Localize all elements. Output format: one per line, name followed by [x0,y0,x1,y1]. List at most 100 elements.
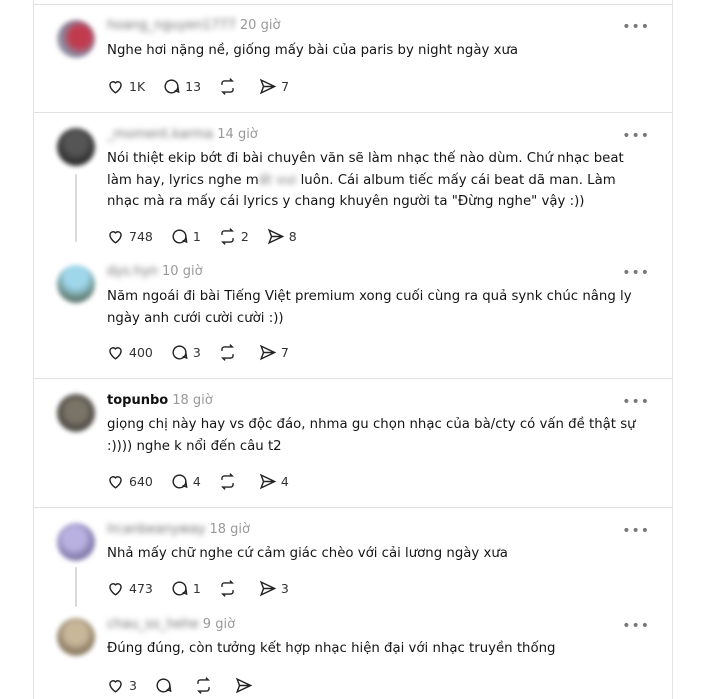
like-button[interactable]: 473 [106,579,153,598]
share-button[interactable]: 7 [258,343,289,362]
share-count: 8 [288,228,297,244]
comment-icon [164,78,180,94]
username[interactable]: chau_so_hehe [107,617,199,632]
timestamp: 18 giờ [209,522,250,537]
divider [34,4,672,5]
more-icon[interactable]: ••• [622,394,650,410]
like-button[interactable]: 1K [106,77,145,96]
repost-button[interactable] [218,579,241,598]
like-count: 748 [129,228,153,244]
like-count: 3 [129,677,137,693]
more-icon[interactable]: ••• [622,618,650,634]
thread-line [75,567,77,607]
reply-count: 4 [192,473,201,489]
avatar[interactable] [57,20,95,58]
comment-text: Nhả mấy chữ nghe cứ cảm giác chèo với cả… [107,546,508,561]
heart-icon [109,475,122,489]
timestamp: 14 giờ [217,127,258,142]
share-icon [267,228,285,244]
comment-feed: hoang_nguyen1777 20 giờ ••• Nghe hơi nặng… [33,0,673,699]
username[interactable]: _moment.karma [107,127,213,142]
share-button[interactable]: 4 [258,472,289,491]
share-icon [259,580,277,596]
like-count: 473 [129,580,153,596]
more-icon[interactable]: ••• [622,128,650,144]
share-count: 4 [280,473,289,489]
like-button[interactable]: 640 [106,472,153,491]
reply-button[interactable]: 3 [170,343,201,362]
more-icon[interactable]: ••• [622,19,650,35]
comment-icon [172,473,188,489]
share-count: 3 [280,580,289,596]
reply-button[interactable]: 1 [170,227,201,246]
avatar[interactable] [57,128,95,166]
share-count: 7 [280,344,289,360]
repost-icon [220,227,234,245]
like-count: 1K [129,78,146,94]
reply-button[interactable] [154,676,177,695]
like-button[interactable]: 748 [106,227,153,246]
comment-icon [172,580,188,596]
avatar[interactable] [57,523,95,561]
like-count: 640 [129,473,153,489]
avatar[interactable] [57,618,95,656]
heart-icon [109,346,122,360]
repost-icon [196,676,210,694]
repost-icon [221,77,235,95]
comment-text: Nói thiệt ekip bớt đi bài chuyên văn sẽ … [107,151,624,209]
reply-button[interactable]: 4 [170,472,201,491]
share-icon [235,677,253,693]
comment-text: giọng chị này hay vs độc đáo, nhma gu ch… [107,417,636,454]
timestamp: 18 giờ [172,393,213,408]
username[interactable]: hoang_nguyen1777 [107,18,236,33]
repost-button[interactable] [218,343,241,362]
reply-button[interactable]: 13 [162,77,201,96]
repost-icon [220,472,234,490]
divider [34,507,672,508]
share-icon [259,344,277,360]
timestamp: 20 giờ [239,18,281,33]
comment-icon [172,344,188,360]
username[interactable]: dys.hyn [107,264,158,279]
more-icon[interactable]: ••• [622,265,650,281]
timestamp: 10 giờ [162,264,203,279]
reply-count: 3 [192,344,201,360]
share-button[interactable]: 8 [266,227,297,246]
share-icon [259,473,277,489]
share-count: 7 [281,78,290,94]
reply-count: 1 [192,228,201,244]
repost-button[interactable] [194,676,217,695]
avatar[interactable] [57,265,95,303]
repost-icon [220,579,234,597]
share-button[interactable] [234,676,257,695]
heart-icon [109,80,122,94]
timestamp: 9 giờ [202,617,236,632]
more-icon[interactable]: ••• [622,523,650,539]
username[interactable]: lrcanbeanyway [107,522,205,537]
divider [34,378,672,379]
share-icon [259,78,277,94]
reply-count: 1 [192,580,201,596]
comment-icon [156,677,172,693]
heart-icon [109,230,122,244]
like-button[interactable]: 3 [106,676,137,695]
divider [34,112,672,113]
comment-text: Đúng đúng, còn tưởng kết hợp nhạc hiện đ… [107,641,556,656]
repost-button[interactable]: 2 [218,227,249,246]
like-button[interactable]: 400 [106,343,153,362]
repost-icon [220,343,234,361]
share-button[interactable]: 3 [258,579,289,598]
username[interactable]: topunbo [107,393,168,408]
reply-count: 13 [185,78,202,94]
reply-button[interactable]: 1 [170,579,201,598]
comment-text: Nghe hơi nặng nề, giống mấy bài của pari… [107,43,519,58]
avatar[interactable] [57,394,95,432]
repost-button[interactable] [218,472,241,491]
share-button[interactable]: 7 [258,77,289,96]
comment-icon [172,228,188,244]
like-count: 400 [129,344,153,360]
heart-icon [109,582,122,596]
repost-button[interactable] [218,77,241,96]
repost-count: 2 [240,228,249,244]
comment-text: Năm ngoái đi bài Tiếng Việt premium xong… [107,289,632,326]
